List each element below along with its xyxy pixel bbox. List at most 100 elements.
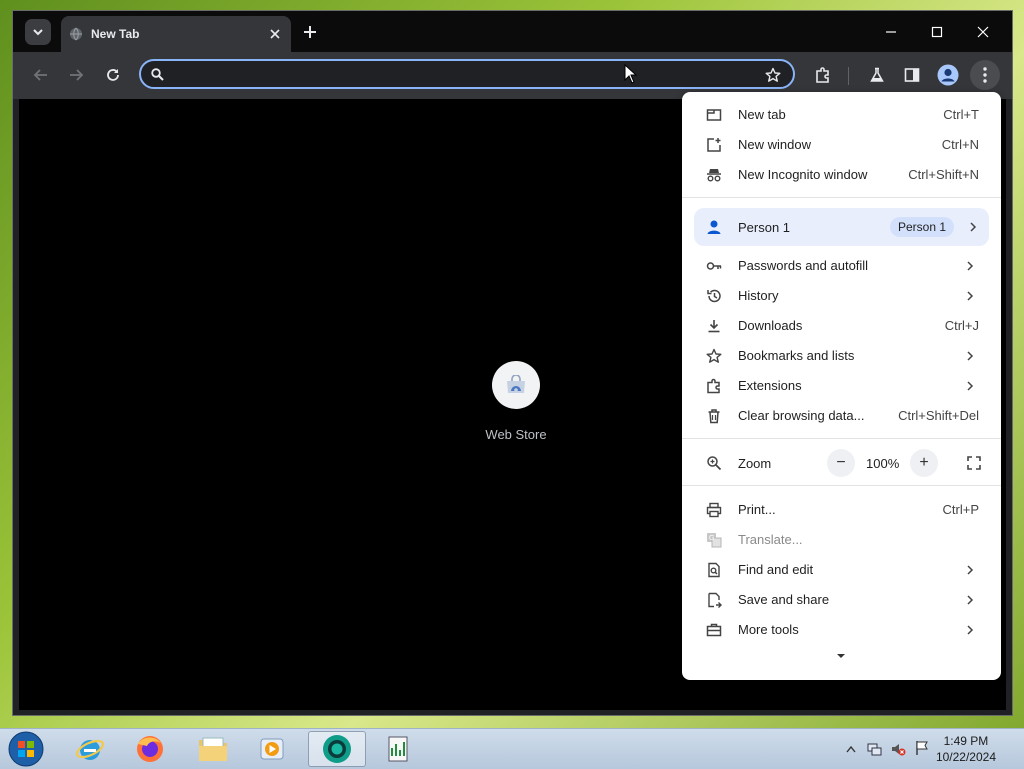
zoom-value: 100% — [866, 456, 900, 471]
action-center-flag-icon[interactable] — [914, 740, 930, 756]
clipboard-chart-icon — [388, 736, 408, 762]
save-share-icon — [708, 592, 722, 608]
reload-button[interactable] — [99, 61, 127, 89]
chevron-right-icon — [967, 625, 974, 635]
menu-item-extensions[interactable]: Extensions — [682, 372, 1001, 400]
chevron-right-icon — [967, 291, 974, 301]
menu-item-new-tab[interactable]: New tab Ctrl+T — [682, 101, 1001, 129]
chevron-right-icon — [967, 261, 974, 271]
zoom-label: Zoom — [738, 456, 772, 471]
taskbar-internet-explorer[interactable] — [63, 731, 117, 767]
chevron-right-icon — [967, 565, 974, 575]
profile-button[interactable] — [933, 60, 963, 90]
zoom-in-button[interactable]: + — [910, 449, 938, 477]
plus-icon — [304, 26, 316, 38]
menu-item-downloads[interactable]: Downloads Ctrl+J — [682, 312, 1001, 340]
forward-arrow-icon — [70, 69, 84, 81]
reload-icon — [107, 69, 119, 81]
extensions-button[interactable] — [809, 61, 837, 89]
puzzle-icon — [707, 378, 720, 394]
bookmark-star-icon[interactable] — [765, 67, 781, 83]
menu-item-find-and-edit[interactable]: Find and edit — [682, 556, 1001, 584]
volume-muted-icon[interactable] — [890, 741, 906, 757]
firefox-icon — [137, 736, 163, 762]
back-arrow-icon — [33, 69, 47, 81]
person-badge: Person 1 — [890, 217, 955, 237]
toolbar-divider — [848, 67, 849, 85]
fullscreen-button[interactable] — [960, 449, 988, 477]
close-window-button[interactable] — [960, 17, 1006, 47]
internet-explorer-icon — [75, 739, 105, 760]
person-icon — [707, 220, 721, 234]
maximize-button[interactable] — [914, 17, 960, 47]
show-hidden-icons-icon[interactable] — [846, 745, 856, 753]
find-icon — [708, 562, 720, 578]
taskbar-chrome[interactable] — [308, 731, 366, 767]
menu-item-history[interactable]: History — [682, 282, 1001, 310]
web-store-shortcut[interactable]: Web Store — [471, 361, 561, 442]
kebab-menu-icon — [983, 67, 987, 83]
network-icon[interactable] — [866, 741, 882, 757]
print-icon — [706, 502, 722, 518]
avatar-icon — [937, 64, 959, 86]
forward-button[interactable] — [62, 61, 90, 89]
menu-item-clear-browsing-data[interactable]: Clear browsing data... Ctrl+Shift+Del — [682, 402, 1001, 430]
incognito-icon — [707, 169, 721, 182]
tab-title: New Tab — [91, 27, 140, 41]
key-icon — [706, 262, 722, 270]
taskbar-task-app[interactable] — [371, 731, 425, 767]
mouse-cursor-icon — [624, 64, 638, 84]
web-store-icon — [507, 375, 525, 393]
folder-icon — [199, 737, 227, 761]
close-tab-icon[interactable] — [269, 28, 281, 40]
minimize-button[interactable] — [868, 17, 914, 47]
side-panel-icon — [904, 68, 920, 82]
menu-item-passwords[interactable]: Passwords and autofill — [682, 252, 1001, 280]
svg-text:G: G — [709, 535, 714, 542]
menu-item-more-tools[interactable]: More tools — [682, 616, 1001, 644]
fullscreen-icon — [967, 456, 981, 470]
chrome-icon — [323, 735, 351, 763]
chrome-menu: New tab Ctrl+T New window Ctrl+N New Inc… — [682, 92, 1001, 680]
menu-scroll-down-icon[interactable] — [836, 653, 846, 659]
menu-item-new-incognito[interactable]: New Incognito window Ctrl+Shift+N — [682, 161, 1001, 189]
menu-item-zoom: Zoom − 100% + — [682, 448, 1001, 478]
puzzle-icon — [816, 67, 829, 83]
taskbar: 1:49 PM 10/22/2024 — [0, 728, 1024, 769]
taskbar-file-explorer[interactable] — [186, 731, 240, 767]
address-input[interactable] — [175, 65, 759, 85]
menu-item-translate[interactable]: G Translate... — [682, 526, 1001, 554]
history-icon — [707, 289, 721, 303]
taskbar-firefox[interactable] — [123, 731, 177, 767]
zoom-out-button[interactable]: − — [827, 449, 855, 477]
tab-strip: New Tab — [13, 11, 1012, 52]
system-clock[interactable]: 1:49 PM 10/22/2024 — [936, 733, 996, 765]
menu-item-person[interactable]: Person 1 Person 1 — [694, 208, 989, 246]
menu-separator — [682, 438, 1001, 439]
translate-icon: G — [707, 533, 722, 548]
taskbar-media-player[interactable] — [245, 731, 299, 767]
chrome-menu-button[interactable] — [970, 60, 1000, 90]
menu-separator — [682, 197, 1001, 198]
side-panel-button[interactable] — [898, 61, 926, 89]
labs-button[interactable] — [863, 61, 891, 89]
menu-item-save-and-share[interactable]: Save and share — [682, 586, 1001, 614]
address-bar[interactable] — [139, 59, 795, 89]
minimize-icon — [886, 31, 896, 33]
menu-item-new-window[interactable]: New window Ctrl+N — [682, 131, 1001, 159]
chevron-down-icon — [33, 29, 43, 36]
clock-time: 1:49 PM — [943, 734, 989, 748]
new-tab-button[interactable] — [297, 19, 323, 45]
tab-new-tab[interactable]: New Tab — [61, 16, 291, 52]
tab-search-button[interactable] — [25, 19, 51, 45]
shortcut-label: Web Store — [485, 427, 547, 442]
menu-item-print[interactable]: Print... Ctrl+P — [682, 496, 1001, 524]
trash-icon — [708, 409, 720, 424]
flask-icon — [870, 67, 884, 82]
menu-item-bookmarks[interactable]: Bookmarks and lists — [682, 342, 1001, 370]
shortcut-tile — [492, 361, 540, 409]
windows-start-icon — [8, 731, 44, 767]
start-button[interactable] — [6, 730, 46, 768]
back-button[interactable] — [27, 61, 55, 89]
chevron-right-icon — [967, 381, 974, 391]
